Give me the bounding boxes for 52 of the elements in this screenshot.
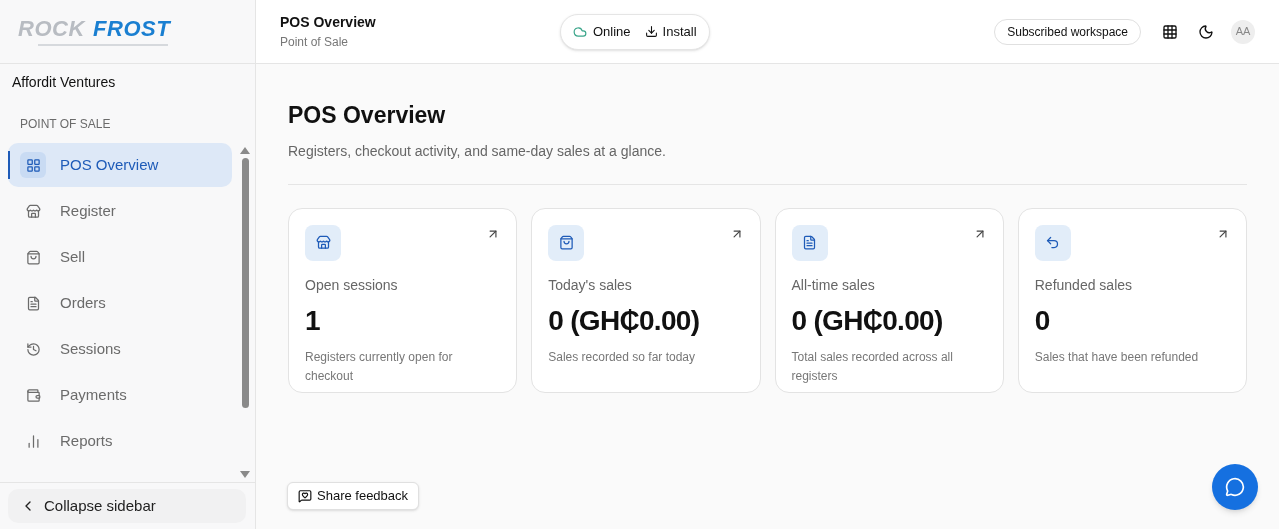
card-label: All-time sales — [791, 275, 876, 295]
feedback-icon — [298, 489, 312, 503]
header-title: POS Overview — [280, 13, 377, 32]
bag-icon — [558, 235, 574, 250]
bag-icon — [25, 249, 41, 265]
sidebar-item[interactable]: POS Overview — [8, 143, 232, 187]
collapse-sidebar-button[interactable]: Collapse sidebar — [8, 489, 246, 523]
avatar[interactable]: AA — [1231, 19, 1255, 44]
download-icon — [644, 25, 658, 38]
section-heading: POINT OF SALE — [19, 116, 112, 133]
logo-text: ROCK — [18, 17, 85, 40]
subscription-badge[interactable]: Subscribed workspace — [994, 18, 1141, 45]
store-icon — [25, 203, 41, 219]
card-label: Today's sales — [548, 275, 633, 295]
sidebar-item[interactable]: Orders — [8, 281, 232, 325]
card-label: Refunded sales — [1034, 275, 1134, 295]
active-indicator — [8, 151, 10, 179]
card-value: 0 (GH₵0.00) — [791, 303, 944, 338]
document-icon — [802, 235, 817, 250]
store-icon — [315, 235, 331, 250]
sidebar-item[interactable]: Reports — [8, 419, 232, 463]
sidebar-item[interactable]: Sell — [8, 235, 232, 279]
workspace-name: Affordit Ventures — [11, 73, 117, 92]
sidebar-item[interactable]: Payments — [8, 373, 232, 417]
undo-icon — [1045, 235, 1061, 250]
card-note: Total sales recorded across all registers — [791, 348, 954, 385]
grid-icon — [1162, 23, 1178, 40]
page-title: POS Overview — [288, 101, 447, 130]
bar-chart-icon — [25, 433, 41, 449]
header-subtitle: Point of Sale — [280, 34, 350, 51]
page-description: Registers, checkout activity, and same-day sales at a glance. — [288, 141, 667, 161]
chat-icon — [1225, 477, 1245, 497]
chat-button[interactable] — [1212, 464, 1258, 510]
card-note: Sales recorded so far today — [548, 348, 696, 366]
history-icon — [25, 341, 41, 357]
document-icon — [25, 295, 41, 311]
moon-icon — [1198, 23, 1214, 40]
sidebar-item[interactable]: Register — [8, 189, 232, 233]
card-value: 0 — [1034, 303, 1051, 338]
sidebar-item[interactable]: Sessions — [8, 327, 232, 371]
wallet-icon — [25, 387, 41, 403]
install-button[interactable]: Install — [644, 21, 697, 42]
online-status: Online — [573, 21, 631, 42]
card-label: Open sessions — [305, 275, 399, 295]
share-feedback-button[interactable]: Share feedback — [287, 482, 420, 510]
card-value: 1 — [305, 303, 321, 338]
card-note: Sales that have been refunded — [1034, 348, 1200, 366]
cloud-icon — [573, 24, 587, 39]
grid-icon — [25, 157, 41, 173]
logo-text: FROST — [93, 17, 171, 40]
card-note: Registers currently open for checkout — [305, 348, 454, 385]
card-value: 0 (GH₵0.00) — [548, 303, 701, 338]
